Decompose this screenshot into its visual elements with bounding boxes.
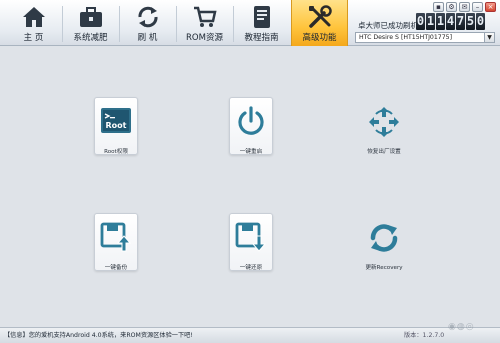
terminal-root-icon: Root xyxy=(101,108,131,133)
update-recovery-icon xyxy=(370,224,398,252)
chat-icon[interactable]: ✉ xyxy=(459,2,470,12)
tab-system-slim[interactable]: 系统减肥 xyxy=(63,0,118,46)
tab-label: 系统减肥 xyxy=(73,33,108,43)
power-icon xyxy=(238,106,264,135)
tab-home[interactable]: 主 页 xyxy=(6,0,61,46)
chevron-down-icon: ▼ xyxy=(484,33,494,42)
tab-label: ROM资源 xyxy=(186,33,223,43)
skin-icon[interactable]: ▪ xyxy=(433,2,444,12)
tool-label: 一键备份 xyxy=(104,265,128,271)
tool-label: 恢复出厂设置 xyxy=(367,149,401,155)
root-icon-text: Root xyxy=(106,121,127,130)
status-bar: 【信息】您的爱机支持Android 4.0系统，来ROM资源区体验一下吧! 版本… xyxy=(0,327,500,343)
top-navigation-bar: 主 页 系统减肥 刷 机 ROM资源 教程指南 高级功能 ▪ ⚙ ✉ – × 卓… xyxy=(0,0,500,46)
reboot-button[interactable]: 一键重启 xyxy=(229,97,273,155)
counter-digit: 7 xyxy=(456,13,465,30)
counter-digit: 4 xyxy=(446,13,455,30)
tab-rom-resources[interactable]: ROM资源 xyxy=(177,0,232,46)
backup-icon xyxy=(100,222,132,252)
device-selector-value: HTC Desire S [HT15HTJ01775] xyxy=(359,34,453,41)
tab-label: 教程指南 xyxy=(244,33,279,43)
status-message[interactable]: 【信息】您的爱机支持Android 4.0系统，来ROM资源区体验一下吧! xyxy=(4,328,193,343)
counter-digit: 1 xyxy=(436,13,445,30)
book-icon xyxy=(253,6,270,28)
device-selector[interactable]: HTC Desire S [HT15HTJ01775] ▼ xyxy=(355,32,495,43)
factory-reset-button[interactable]: 恢复出厂设置 xyxy=(362,97,406,155)
tab-label: 主 页 xyxy=(23,33,44,43)
refresh-icon xyxy=(137,6,158,28)
factory-reset-icon xyxy=(369,107,399,137)
flash-counter: 0 1 1 4 7 5 0 xyxy=(416,13,485,30)
tab-label: 刷 机 xyxy=(137,33,158,43)
counter-digit: 5 xyxy=(466,13,475,30)
toolbox-icon xyxy=(79,7,102,27)
restore-button[interactable]: 一键还原 xyxy=(229,213,273,271)
tab-tutorials[interactable]: 教程指南 xyxy=(234,0,289,46)
home-icon xyxy=(22,7,45,27)
tool-label: Root权限 xyxy=(104,149,128,155)
tab-label: 高级功能 xyxy=(302,33,337,43)
restore-icon xyxy=(235,222,267,252)
logo-watermark: ◉◍◎ xyxy=(448,322,475,332)
tool-label: 一键还原 xyxy=(239,265,263,271)
cart-icon xyxy=(193,6,217,27)
tools-icon xyxy=(308,5,332,28)
flash-count-label: 卓大师已成功刷机 xyxy=(358,21,418,30)
counter-digit: 0 xyxy=(416,13,425,30)
counter-digit: 0 xyxy=(476,13,485,30)
settings-icon[interactable]: ⚙ xyxy=(446,2,457,12)
close-icon[interactable]: × xyxy=(485,2,496,12)
version-label: 版本：1.2.7.0 xyxy=(404,332,445,339)
tool-label: 更新Recovery xyxy=(365,265,403,271)
tab-flash[interactable]: 刷 机 xyxy=(120,0,175,46)
tab-advanced[interactable]: 高级功能 xyxy=(291,0,348,46)
update-recovery-button[interactable]: 更新Recovery xyxy=(362,213,406,271)
counter-digit: 1 xyxy=(426,13,435,30)
root-permission-button[interactable]: Root Root权限 xyxy=(94,97,138,155)
tool-label: 一键重启 xyxy=(239,149,263,155)
backup-button[interactable]: 一键备份 xyxy=(94,213,138,271)
window-controls: ▪ ⚙ ✉ – × xyxy=(433,2,496,12)
minimize-icon[interactable]: – xyxy=(472,2,483,12)
